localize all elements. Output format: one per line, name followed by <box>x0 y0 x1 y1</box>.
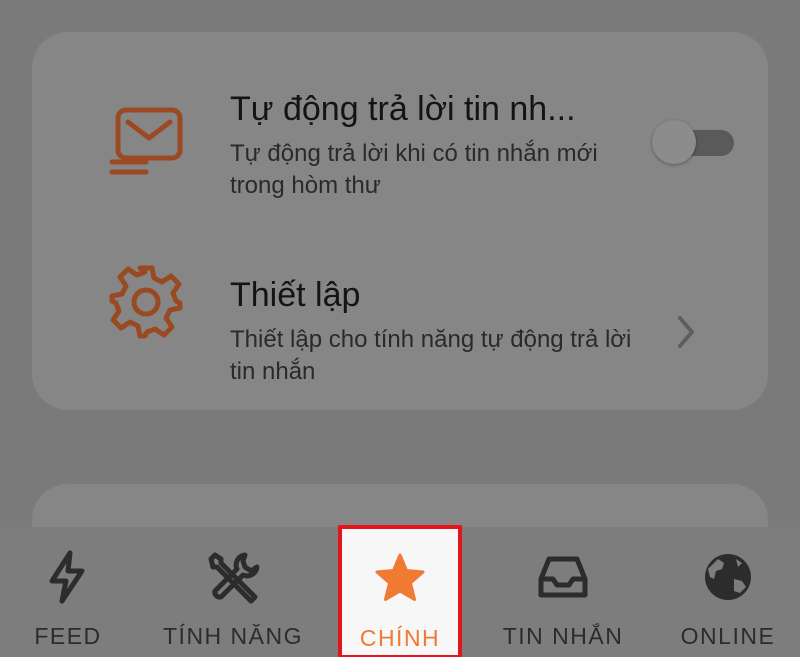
auto-reply-subtitle: Tự động trả lời khi có tin nhắn mới tron… <box>230 140 598 199</box>
lightning-icon <box>49 550 85 604</box>
inbox-icon <box>538 556 588 598</box>
nav-item-feed[interactable]: FEED <box>10 527 126 657</box>
mail-icon <box>109 107 183 175</box>
chevron-right-icon <box>678 316 694 348</box>
nav-item-features[interactable]: TÍNH NĂNG <box>156 527 310 657</box>
nav-item-online[interactable]: ONLINE <box>676 527 780 657</box>
auto-reply-title: Tự động trả lời tin nh... <box>230 90 576 128</box>
settings-subtitle: Thiết lập cho tính năng tự động trả lời … <box>230 326 632 385</box>
nav-item-main[interactable]: CHÍNH <box>338 525 462 657</box>
nav-label-feed: FEED <box>34 623 102 649</box>
nav-label-features: TÍNH NĂNG <box>163 623 303 649</box>
tools-icon <box>208 552 260 604</box>
globe-icon <box>705 554 751 600</box>
star-icon <box>375 553 425 601</box>
gear-icon <box>109 265 183 339</box>
bottom-nav: FEED TÍNH NĂNG CHÍNH TIN NHẮN ONLINE <box>0 525 800 657</box>
nav-label-messages: TIN NHẮN <box>502 623 624 649</box>
nav-item-messages[interactable]: TIN NHẮN <box>498 527 628 657</box>
auto-reply-toggle[interactable] <box>652 120 734 164</box>
settings-row[interactable]: Thiết lập Thiết lập cho tính năng tự độn… <box>32 222 768 410</box>
settings-card: Tự động trả lời tin nh... Tự động trả lờ… <box>32 32 768 410</box>
settings-title: Thiết lập <box>230 276 361 314</box>
toggle-knob <box>652 120 696 164</box>
auto-reply-row[interactable]: Tự động trả lời tin nh... Tự động trả lờ… <box>32 32 768 222</box>
nav-label-online: ONLINE <box>680 623 776 649</box>
nav-label-main: CHÍNH <box>359 625 441 651</box>
